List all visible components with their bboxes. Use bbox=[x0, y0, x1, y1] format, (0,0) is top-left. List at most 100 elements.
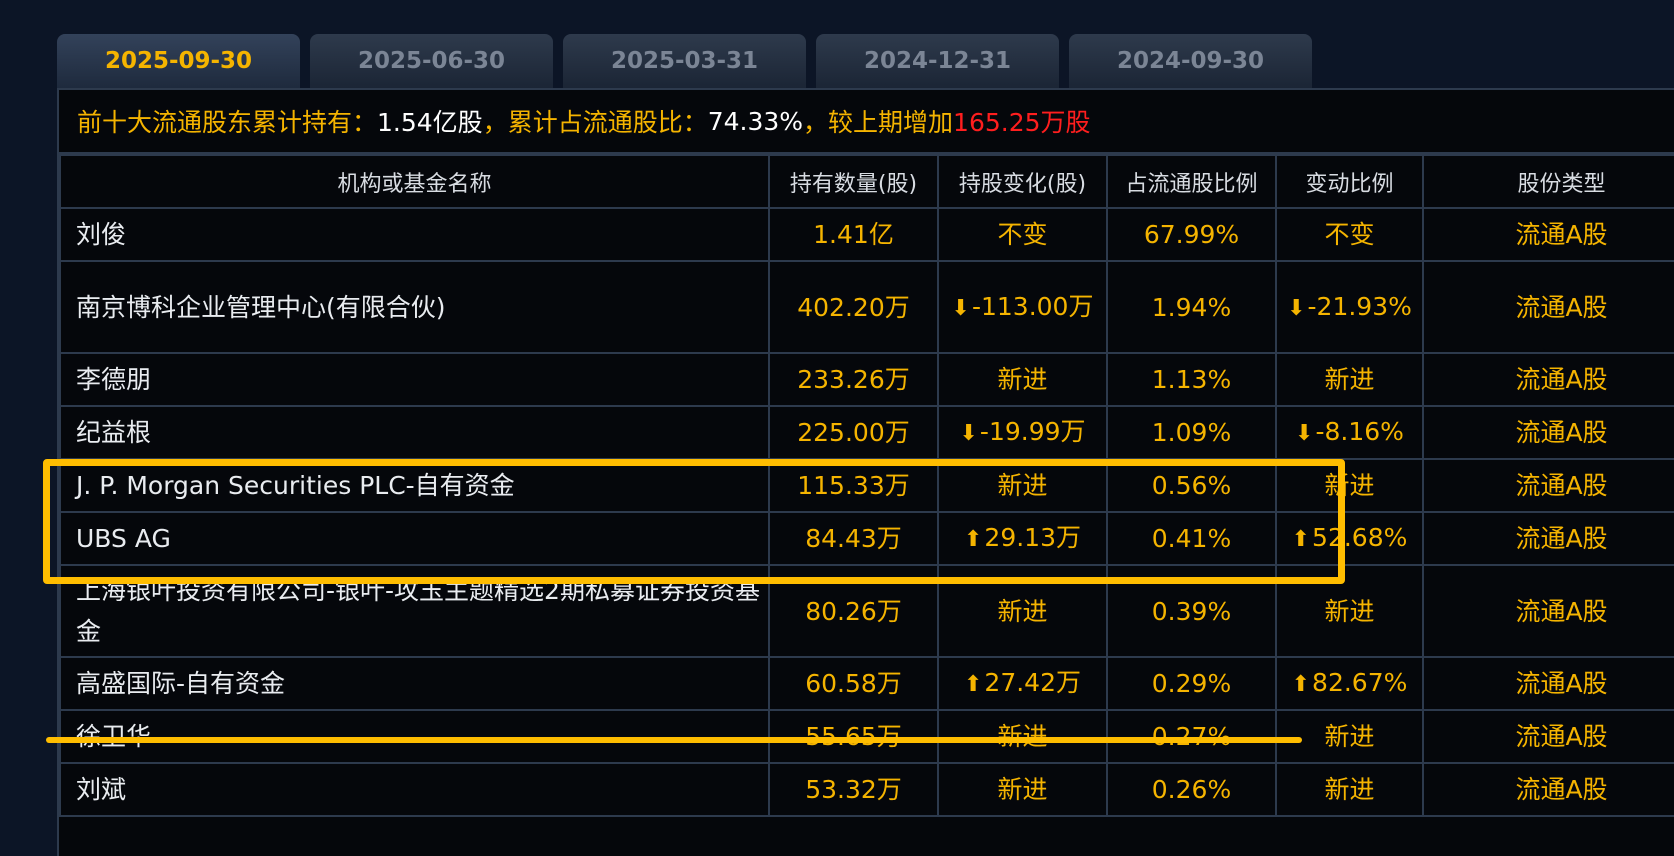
summary-holding-label: 前十大流通股东累计持有： bbox=[77, 108, 378, 137]
table-row: 李德朋 233.26万 新进 1.13% 新进 流通A股 bbox=[59, 352, 1674, 407]
holder-quantity: 115.33万 bbox=[768, 458, 939, 513]
holder-share-type: 流通A股 bbox=[1422, 709, 1674, 764]
holder-quantity: 55.65万 bbox=[768, 709, 939, 764]
header-share-type: 股份类型 bbox=[1422, 154, 1674, 209]
header-change-ratio: 变动比例 bbox=[1275, 154, 1424, 209]
holder-change-value: 29.13万 bbox=[984, 523, 1081, 552]
tab-period-3[interactable]: 2025-03-31 bbox=[563, 34, 806, 88]
summary-holding-value: 1.54亿股 bbox=[377, 108, 483, 137]
table-row: 上海银叶投资有限公司-银叶-攻玉主题精选2期私募证券投资基金 80.26万 新进 0.… bbox=[59, 564, 1674, 658]
holder-change-ratio-value: -8.16% bbox=[1315, 417, 1404, 446]
holder-quantity: 233.26万 bbox=[768, 352, 939, 407]
holder-share-type: 流通A股 bbox=[1422, 207, 1674, 262]
arrow-up-icon: ⬆ bbox=[1291, 672, 1311, 697]
holder-quantity: 225.00万 bbox=[768, 405, 939, 460]
holder-ratio: 1.09% bbox=[1106, 405, 1277, 460]
holder-ratio: 0.26% bbox=[1106, 762, 1277, 817]
holder-name: J. P. Morgan Securities PLC-自有资金 bbox=[59, 458, 770, 513]
holder-share-type: 流通A股 bbox=[1422, 511, 1674, 566]
holder-change-ratio: ⬆52.68% bbox=[1275, 511, 1424, 566]
header-change: 持股变化(股) bbox=[937, 154, 1108, 209]
holder-quantity: 60.58万 bbox=[768, 656, 939, 711]
holder-name: UBS AG bbox=[59, 511, 770, 566]
holder-ratio: 0.56% bbox=[1106, 458, 1277, 513]
header-ratio: 占流通股比例 bbox=[1106, 154, 1277, 209]
arrow-down-icon: ⬇ bbox=[1287, 295, 1306, 321]
holder-change-ratio: 新进 bbox=[1275, 564, 1424, 658]
arrow-down-icon: ⬇ bbox=[951, 295, 970, 321]
holder-change-ratio: 新进 bbox=[1275, 709, 1424, 764]
holder-change: 新进 bbox=[937, 458, 1108, 513]
holder-quantity: 80.26万 bbox=[768, 564, 939, 658]
holders-table: 机构或基金名称 持有数量(股) 持股变化(股) 占流通股比例 变动比例 股份类型… bbox=[59, 154, 1674, 817]
holder-share-type: 流通A股 bbox=[1422, 352, 1674, 407]
holder-share-type: 流通A股 bbox=[1422, 656, 1674, 711]
holder-ratio: 0.29% bbox=[1106, 656, 1277, 711]
holder-quantity: 53.32万 bbox=[768, 762, 939, 817]
period-tabs: 2025-09-30 2025-06-30 2025-03-31 2024-12… bbox=[57, 34, 1312, 88]
holder-change-ratio-value: -21.93% bbox=[1307, 291, 1412, 321]
holder-change: ⬆27.42万 bbox=[937, 656, 1108, 711]
holder-change: 不变 bbox=[937, 207, 1108, 262]
holder-name: 徐卫华 bbox=[59, 709, 770, 764]
holder-change-ratio: ⬆82.67% bbox=[1275, 656, 1424, 711]
header-name: 机构或基金名称 bbox=[59, 154, 770, 209]
holder-change: ⬇-113.00万 bbox=[937, 260, 1108, 354]
tab-period-4[interactable]: 2024-12-31 bbox=[816, 34, 1059, 88]
holder-name: 李德朋 bbox=[59, 352, 770, 407]
holder-change-value: 27.42万 bbox=[984, 668, 1081, 697]
holder-ratio: 1.94% bbox=[1106, 260, 1277, 354]
holder-change-value: -19.99万 bbox=[979, 417, 1086, 446]
holder-change-ratio: 新进 bbox=[1275, 352, 1424, 407]
table-row: 刘俊 1.41亿 不变 67.99% 不变 流通A股 bbox=[59, 207, 1674, 262]
table-row: 南京博科企业管理中心(有限合伙) 402.20万 ⬇-113.00万 1.94% ⬇-2… bbox=[59, 260, 1674, 354]
holder-ratio: 0.41% bbox=[1106, 511, 1277, 566]
holder-change-ratio: ⬇-21.93% bbox=[1275, 260, 1424, 354]
arrow-up-icon: ⬆ bbox=[963, 672, 983, 697]
holder-change-ratio-value: 52.68% bbox=[1312, 523, 1408, 552]
holder-name: 上海银叶投资有限公司-银叶-攻玉主题精选2期私募证券投资基金 bbox=[59, 564, 770, 658]
table-row: 纪益根 225.00万 ⬇-19.99万 1.09% ⬇-8.16% 流通A股 bbox=[59, 405, 1674, 460]
table-row: 高盛国际-自有资金 60.58万 ⬆27.42万 0.29% ⬆82.67% 流通A股 bbox=[59, 656, 1674, 711]
holder-name: 刘斌 bbox=[59, 762, 770, 817]
holder-ratio: 1.13% bbox=[1106, 352, 1277, 407]
table-header-row: 机构或基金名称 持有数量(股) 持股变化(股) 占流通股比例 变动比例 股份类型 bbox=[59, 154, 1674, 209]
holder-share-type: 流通A股 bbox=[1422, 564, 1674, 658]
holder-change-ratio: 新进 bbox=[1275, 762, 1424, 817]
summary-change-value: 165.25万股 bbox=[953, 108, 1091, 137]
summary-change-label: ，较上期增加 bbox=[803, 108, 954, 137]
holders-panel: 前十大流通股东累计持有： 1.54亿股 ，累计占流通股比： 74.33% ，较上… bbox=[57, 88, 1674, 856]
holder-share-type: 流通A股 bbox=[1422, 458, 1674, 513]
table-row: 刘斌 53.32万 新进 0.26% 新进 流通A股 bbox=[59, 762, 1674, 817]
tab-period-5[interactable]: 2024-09-30 bbox=[1069, 34, 1312, 88]
holder-change-ratio-value: 82.67% bbox=[1312, 668, 1408, 697]
holder-change: ⬇-19.99万 bbox=[937, 405, 1108, 460]
page: 2025-09-30 2025-06-30 2025-03-31 2024-12… bbox=[0, 0, 1674, 856]
holder-change: 新进 bbox=[937, 762, 1108, 817]
summary-ratio-value: 74.33% bbox=[707, 106, 804, 136]
holder-name: 刘俊 bbox=[59, 207, 770, 262]
holder-change: 新进 bbox=[937, 352, 1108, 407]
holder-share-type: 流通A股 bbox=[1422, 762, 1674, 817]
holder-quantity: 84.43万 bbox=[768, 511, 939, 566]
table-row: UBS AG 84.43万 ⬆29.13万 0.41% ⬆52.68% 流通A股 bbox=[59, 511, 1674, 566]
tab-period-1[interactable]: 2025-09-30 bbox=[57, 34, 300, 88]
holder-change: 新进 bbox=[937, 709, 1108, 764]
summary-ratio-label: ，累计占流通股比： bbox=[482, 108, 708, 137]
table-row: J. P. Morgan Securities PLC-自有资金 115.33万新… bbox=[59, 458, 1674, 513]
holder-change-ratio: 不变 bbox=[1275, 207, 1424, 262]
holder-ratio: 0.27% bbox=[1106, 709, 1277, 764]
header-quantity: 持有数量(股) bbox=[768, 154, 939, 209]
tab-period-2[interactable]: 2025-06-30 bbox=[310, 34, 553, 88]
holder-change: ⬆29.13万 bbox=[937, 511, 1108, 566]
holder-quantity: 1.41亿 bbox=[768, 207, 939, 262]
arrow-down-icon: ⬇ bbox=[1295, 421, 1314, 446]
summary-line: 前十大流通股东累计持有： 1.54亿股 ，累计占流通股比： 74.33% ，较上… bbox=[59, 90, 1674, 154]
holder-name: 南京博科企业管理中心(有限合伙) bbox=[59, 260, 770, 354]
holder-change-value: -113.00万 bbox=[971, 291, 1094, 321]
holder-change: 新进 bbox=[937, 564, 1108, 658]
holder-ratio: 0.39% bbox=[1106, 564, 1277, 658]
holder-name: 高盛国际-自有资金 bbox=[59, 656, 770, 711]
table-row: 徐卫华 55.65万 新进 0.27% 新进 流通A股 bbox=[59, 709, 1674, 764]
holder-share-type: 流通A股 bbox=[1422, 405, 1674, 460]
